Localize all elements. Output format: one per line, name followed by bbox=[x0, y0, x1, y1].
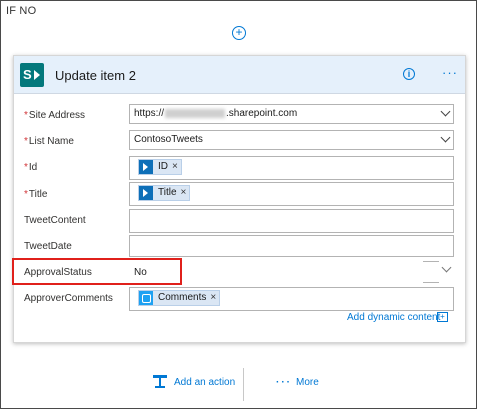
tweet-content-field[interactable] bbox=[129, 209, 454, 233]
add-dynamic-content-link[interactable]: Add dynamic content bbox=[347, 312, 440, 323]
sharepoint-icon: S bbox=[20, 63, 44, 87]
footer-divider bbox=[243, 368, 244, 401]
id-field[interactable]: ID × bbox=[129, 156, 454, 180]
action-card: S Update item 2 i ··· *Site Address http… bbox=[13, 55, 466, 343]
add-action-icon bbox=[153, 375, 167, 388]
approver-comments-field[interactable]: Comments × bbox=[129, 287, 454, 311]
approval-status-highlight bbox=[12, 258, 182, 285]
chevron-down-icon[interactable] bbox=[440, 132, 451, 143]
chevron-down-icon[interactable] bbox=[440, 106, 451, 117]
more-options-icon[interactable]: ··· bbox=[442, 65, 458, 80]
more-button[interactable]: ··· More bbox=[276, 377, 319, 388]
approval-status-dropdown-area[interactable] bbox=[423, 259, 452, 285]
sharepoint-icon bbox=[139, 186, 153, 200]
approval-icon bbox=[139, 291, 153, 305]
info-icon[interactable]: i bbox=[403, 68, 415, 80]
site-address-label: *Site Address bbox=[24, 110, 86, 121]
add-dynamic-content-icon[interactable]: + bbox=[437, 312, 448, 322]
approver-comments-label: ApproverComments bbox=[24, 293, 113, 304]
tweet-date-label: TweetDate bbox=[24, 241, 72, 252]
title-field[interactable]: Title × bbox=[129, 182, 454, 206]
redacted-site-name bbox=[165, 108, 226, 118]
site-address-dropdown[interactable]: https://.sharepoint.com bbox=[129, 104, 454, 124]
card-title[interactable]: Update item 2 bbox=[55, 68, 136, 83]
title-label: *Title bbox=[24, 189, 48, 200]
id-label: *Id bbox=[24, 162, 38, 173]
branch-label: IF NO bbox=[6, 5, 37, 17]
remove-token-icon[interactable]: × bbox=[172, 161, 178, 172]
list-name-dropdown[interactable]: ContosoTweets bbox=[129, 130, 454, 150]
sharepoint-icon bbox=[139, 160, 153, 174]
list-name-label: *List Name bbox=[24, 136, 74, 147]
more-dots-icon: ··· bbox=[276, 377, 292, 388]
comments-token[interactable]: Comments × bbox=[138, 290, 221, 306]
workflow-canvas: IF NO + S Update item 2 i ··· *Site Addr… bbox=[0, 0, 477, 409]
id-token[interactable]: ID × bbox=[138, 159, 182, 175]
remove-token-icon[interactable]: × bbox=[210, 292, 216, 303]
add-action-label: Add an action bbox=[174, 377, 236, 388]
card-header[interactable]: S Update item 2 i ··· bbox=[14, 56, 465, 94]
title-token[interactable]: Title × bbox=[138, 185, 191, 201]
add-step-plus-icon[interactable]: + bbox=[232, 26, 246, 40]
remove-token-icon[interactable]: × bbox=[181, 187, 187, 198]
tweet-date-field[interactable] bbox=[129, 235, 454, 257]
tweet-content-label: TweetContent bbox=[24, 215, 86, 226]
